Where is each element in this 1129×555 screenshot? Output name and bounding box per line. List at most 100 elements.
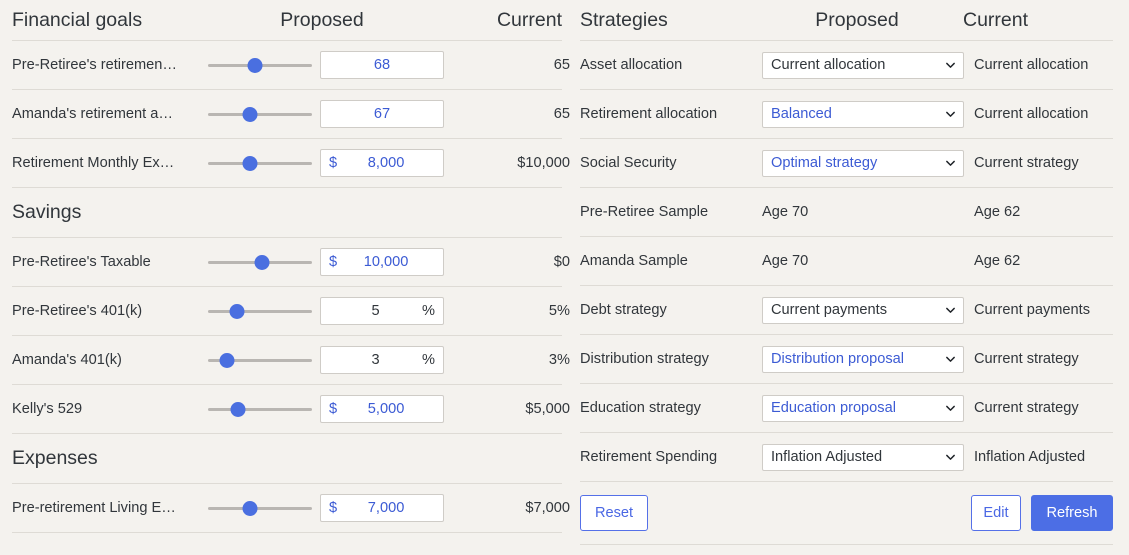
goal-value-input[interactable]: 67	[320, 100, 444, 128]
strategy-select-value: Optimal strategy	[771, 155, 878, 171]
goal-row: Kelly's 529 $5,000 $5,000	[12, 385, 570, 433]
strategy-row: Asset allocation Current allocation Curren…	[580, 41, 1113, 89]
chevron-down-icon	[946, 62, 955, 68]
goal-current-value: $7,000	[525, 500, 570, 516]
strategy-row-label: Debt strategy	[580, 302, 667, 318]
strategy-current-value: Current payments	[974, 302, 1090, 318]
refresh-button[interactable]: Refresh	[1031, 495, 1113, 531]
slider-thumb[interactable]	[242, 106, 258, 122]
strategy-current-value: Age 62	[974, 253, 1021, 269]
goal-slider[interactable]	[208, 252, 312, 272]
chevron-down-icon	[946, 454, 955, 460]
goal-slider-cell	[208, 55, 320, 75]
strategy-row-label: Amanda Sample	[580, 253, 688, 269]
goal-slider[interactable]	[208, 153, 312, 173]
strategy-select[interactable]: Optimal strategy	[762, 149, 964, 177]
input-value: 5,000	[367, 401, 405, 417]
goal-row: Retirement Monthly Ex… $8,000 $10,000	[12, 139, 570, 187]
goal-slider[interactable]	[208, 301, 312, 321]
goal-row-label: Retirement Monthly Ex…	[12, 155, 175, 171]
strategy-row: Amanda Sample Age 70 Age 62	[580, 237, 1113, 285]
input-suffix: %	[422, 303, 435, 319]
strategy-control-cell: Age 70	[762, 204, 974, 220]
reset-button[interactable]: Reset	[580, 495, 648, 531]
goal-value-input[interactable]: $7,000	[320, 494, 444, 522]
section-title-savings: Savings	[12, 201, 82, 223]
strategy-control-cell: Optimal strategy	[762, 149, 974, 177]
slider-thumb[interactable]	[254, 254, 270, 270]
input-suffix: %	[422, 352, 435, 368]
strategy-proposed-text: Age 70	[762, 253, 809, 269]
goal-input-cell: $8,000	[320, 149, 452, 177]
goal-value-input[interactable]: 68	[320, 51, 444, 79]
left-header-current: Current	[496, 8, 562, 31]
input-value: 7,000	[367, 500, 405, 516]
goal-value-input[interactable]: 3%	[320, 346, 444, 374]
goal-input-cell: $10,000	[320, 248, 452, 276]
slider-thumb[interactable]	[242, 500, 258, 516]
goal-slider[interactable]	[208, 350, 312, 370]
strategy-current-value: Current allocation	[974, 57, 1089, 73]
input-value: 3	[371, 352, 380, 368]
strategy-select[interactable]: Current payments	[762, 296, 964, 324]
strategy-select[interactable]: Distribution proposal	[762, 345, 964, 373]
chevron-down-icon	[946, 307, 955, 313]
strategy-control-cell: Distribution proposal	[762, 345, 974, 373]
right-header-current: Current	[963, 8, 1029, 31]
goal-slider[interactable]	[208, 399, 312, 419]
goal-input-cell: 68	[320, 51, 452, 79]
strategy-rows-container: Asset allocation Current allocation Curren…	[580, 41, 1113, 482]
input-prefix: $	[329, 254, 338, 270]
goal-slider[interactable]	[208, 55, 312, 75]
strategy-current-value: Current strategy	[974, 351, 1079, 367]
goal-slider[interactable]	[208, 498, 312, 518]
action-button-row: Reset Edit Refresh	[580, 482, 1113, 544]
goal-input-cell: 5%	[320, 297, 452, 325]
slider-thumb[interactable]	[219, 352, 235, 368]
goal-row-label: Pre-Retiree's 401(k)	[12, 303, 143, 319]
slider-thumb[interactable]	[247, 57, 263, 73]
strategy-select[interactable]: Current allocation	[762, 51, 964, 79]
financial-goals-title: Financial goals	[12, 8, 143, 31]
strategy-row-label: Education strategy	[580, 400, 701, 416]
financial-goals-panel: Financial goals Proposed Current Pre-Ret…	[0, 0, 570, 555]
right-header-proposed: Proposed	[815, 8, 899, 31]
strategy-select-value: Current allocation	[771, 57, 886, 73]
strategy-current-value: Current strategy	[974, 400, 1079, 416]
goal-row-label: Amanda's 401(k)	[12, 352, 122, 368]
strategies-panel: Strategies Proposed Current Asset alloca…	[562, 0, 1129, 555]
goal-row: Amanda's 401(k) 3% 3%	[12, 336, 570, 384]
strategy-select[interactable]: Inflation Adjusted	[762, 443, 964, 471]
goal-row-label: Pre-Retiree's retiremen…	[12, 57, 177, 73]
left-header-proposed: Proposed	[280, 8, 364, 31]
goal-slider[interactable]	[208, 104, 312, 124]
strategy-control-cell: Current payments	[762, 296, 974, 324]
goal-row-label: Amanda's retirement a…	[12, 106, 173, 122]
goal-slider-cell	[208, 350, 320, 370]
goal-value-input[interactable]: $5,000	[320, 395, 444, 423]
strategy-current-value: Current strategy	[974, 155, 1079, 171]
goal-input-cell: $5,000	[320, 395, 452, 423]
strategy-proposed-text: Age 70	[762, 204, 809, 220]
goal-slider-cell	[208, 252, 320, 272]
financial-goals-header-row: Financial goals Proposed Current	[12, 0, 562, 40]
slider-thumb[interactable]	[230, 401, 246, 417]
proposal-comparison-screen: Financial goals Proposed Current Pre-Ret…	[0, 0, 1129, 555]
strategy-row: Social Security Optimal strategy Current s…	[580, 139, 1113, 187]
strategy-select[interactable]: Balanced	[762, 100, 964, 128]
strategies-title: Strategies	[580, 8, 668, 31]
goal-value-input[interactable]: 5%	[320, 297, 444, 325]
goal-slider-cell	[208, 104, 320, 124]
slider-thumb[interactable]	[242, 155, 258, 171]
goal-current-value: 65	[553, 57, 570, 73]
input-prefix: $	[329, 401, 338, 417]
goal-value-input[interactable]: $8,000	[320, 149, 444, 177]
strategy-row-label: Retirement Spending	[580, 449, 718, 465]
slider-thumb[interactable]	[229, 303, 245, 319]
goal-value-input[interactable]: $10,000	[320, 248, 444, 276]
divider	[12, 532, 562, 533]
edit-button[interactable]: Edit	[971, 495, 1021, 531]
goal-input-cell: 3%	[320, 346, 452, 374]
goal-current-value: $10,000	[517, 155, 570, 171]
strategy-select[interactable]: Education proposal	[762, 394, 964, 422]
